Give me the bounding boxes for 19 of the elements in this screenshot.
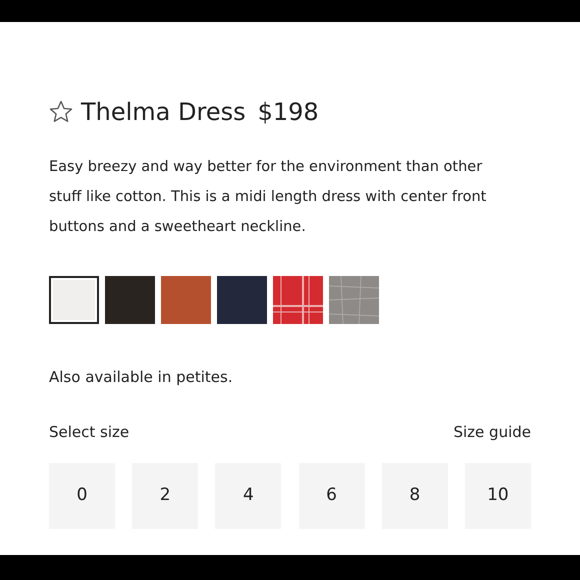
color-swatch[interactable] — [273, 276, 323, 324]
color-swatch[interactable] — [105, 276, 155, 324]
petites-note: Also available in petites. — [49, 367, 234, 388]
select-size-label: Select size — [49, 422, 130, 442]
size-button[interactable]: 2 — [132, 463, 198, 529]
favorite-star-icon[interactable] — [49, 100, 73, 124]
color-swatch[interactable] — [49, 276, 99, 324]
size-button[interactable]: 6 — [298, 463, 365, 529]
size-button[interactable]: 8 — [382, 463, 448, 529]
product-description: Easy breezy and way better for the environment than other stuff like cotton. This is a midi length dress with center front buttons and a sweetheart neckline. — [49, 158, 488, 237]
size-guide-link[interactable]: Size guide — [453, 420, 531, 443]
product-price: $198 — [258, 100, 319, 124]
color-swatch[interactable] — [217, 276, 267, 324]
color-swatch[interactable] — [161, 276, 211, 324]
color-swatch[interactable] — [329, 276, 379, 324]
size-button[interactable]: 4 — [215, 463, 282, 529]
size-button[interactable]: 10 — [464, 463, 531, 529]
size-button[interactable]: 0 — [49, 463, 115, 529]
product-name: Thelma Dress — [81, 100, 246, 124]
